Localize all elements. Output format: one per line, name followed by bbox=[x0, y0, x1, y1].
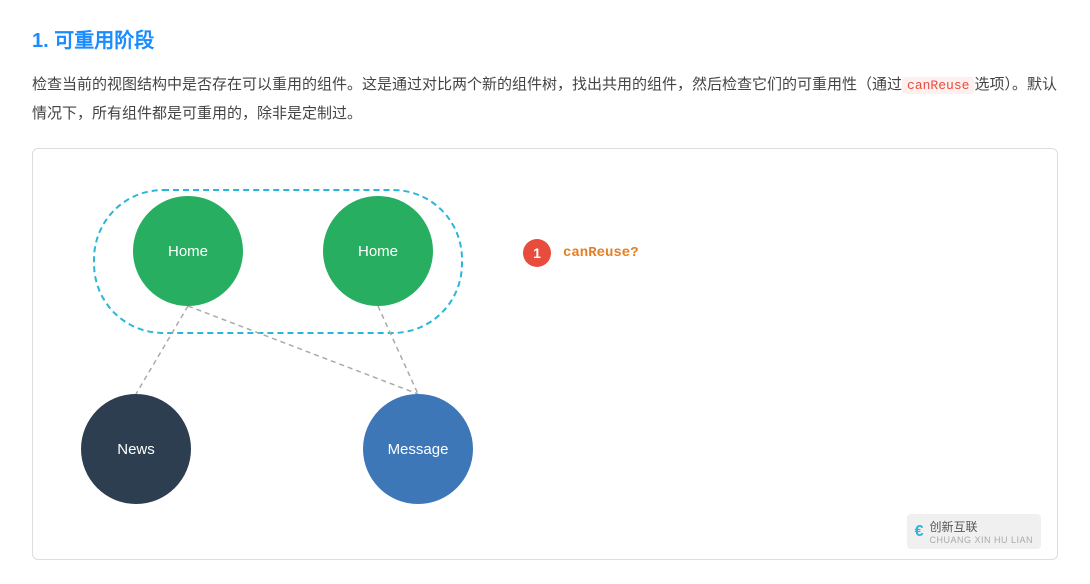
message-label: Message bbox=[388, 441, 449, 458]
news-circle: News bbox=[81, 394, 191, 504]
desc-part1: 检查当前的视图结构中是否存在可以重用的组件。这是通过对比两个新的组件树，找出共用… bbox=[32, 76, 902, 93]
home1-label: Home bbox=[168, 243, 208, 260]
diagram-area: Home Home News Message 1 canReuse? bbox=[33, 169, 1057, 529]
watermark-line2: CHUANG XIN HU LIAN bbox=[929, 535, 1033, 545]
node-message: Message bbox=[363, 394, 473, 504]
news-label: News bbox=[117, 441, 155, 458]
node-home1: Home bbox=[133, 196, 243, 306]
callout-text: canReuse? bbox=[563, 245, 639, 261]
node-news: News bbox=[81, 394, 191, 504]
home1-circle: Home bbox=[133, 196, 243, 306]
callout-number: 1 bbox=[533, 245, 541, 261]
callout-badge: 1 bbox=[523, 239, 551, 267]
watermark-icon: € bbox=[915, 523, 924, 541]
canreuse-code: canReuse bbox=[902, 77, 974, 94]
watermark: € 创新互联 CHUANG XIN HU LIAN bbox=[907, 514, 1041, 549]
description-text: 检查当前的视图结构中是否存在可以重用的组件。这是通过对比两个新的组件树，找出共用… bbox=[32, 71, 1058, 128]
node-home2: Home bbox=[323, 196, 433, 306]
home2-label: Home bbox=[358, 243, 398, 260]
message-circle: Message bbox=[363, 394, 473, 504]
diagram-container: Home Home News Message 1 canReuse? bbox=[32, 148, 1058, 560]
callout-area: 1 canReuse? bbox=[523, 239, 639, 267]
home2-circle: Home bbox=[323, 196, 433, 306]
page-title: 1. 可重用阶段 bbox=[32, 24, 1058, 53]
watermark-text: 创新互联 CHUANG XIN HU LIAN bbox=[929, 518, 1033, 545]
watermark-line1: 创新互联 bbox=[929, 518, 1033, 535]
